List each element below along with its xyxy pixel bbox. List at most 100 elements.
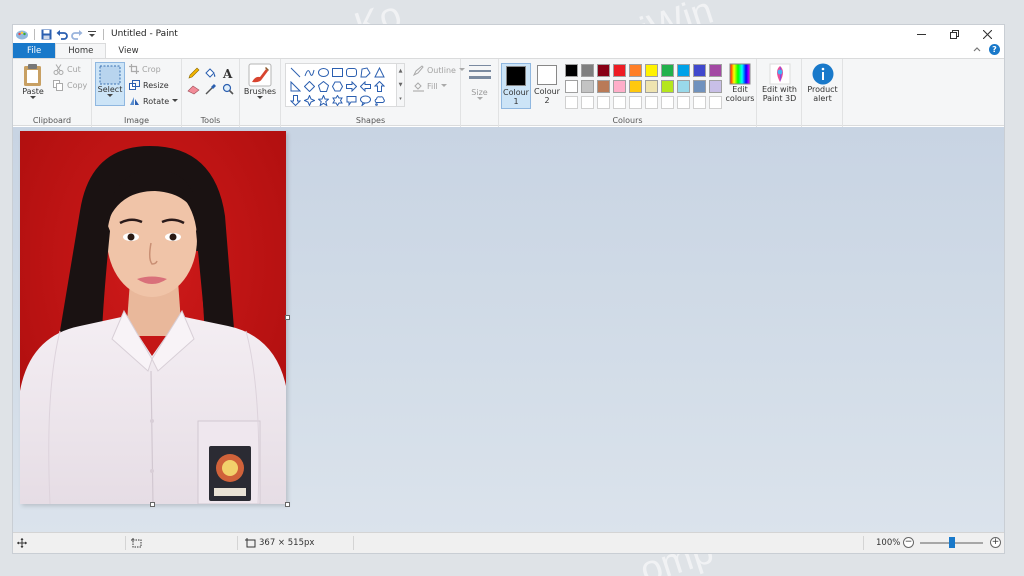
curve-shape-icon[interactable] [302,65,316,79]
eraser-icon[interactable] [185,81,202,97]
down-arrow-shape-icon[interactable] [288,93,302,107]
palette-colour-swatch[interactable] [643,62,659,78]
undo-icon[interactable] [54,27,69,41]
select-button[interactable]: Select [95,62,125,106]
zoom-slider-thumb[interactable] [949,537,955,548]
close-button[interactable] [971,25,1004,43]
palette-custom-swatch[interactable] [675,94,691,110]
palette-colour-swatch[interactable] [611,78,627,94]
palette-custom-swatch[interactable] [707,94,723,110]
palette-colour-swatch[interactable] [675,78,691,94]
size-button[interactable]: Size [464,63,495,101]
rounded-rectangle-shape-icon[interactable] [344,65,358,79]
tab-view[interactable]: View [106,43,150,58]
rectangle-shape-icon[interactable] [330,65,344,79]
palette-custom-swatch[interactable] [627,94,643,110]
palette-colour-swatch[interactable] [659,78,675,94]
palette-custom-swatch[interactable] [659,94,675,110]
resize-handle-right[interactable] [285,315,290,320]
palette-colour-swatch[interactable] [627,62,643,78]
palette-colour-swatch[interactable] [691,62,707,78]
tab-home[interactable]: Home [55,43,107,58]
colour-1-button[interactable]: Colour 1 [501,63,531,109]
help-icon[interactable]: ? [989,44,1000,55]
edit-with-paint3d-button[interactable]: Edit with Paint 3D [759,63,800,103]
palette-colour-swatch[interactable] [643,78,659,94]
minimize-ribbon-icon[interactable] [973,45,981,55]
palette-custom-swatch[interactable] [691,94,707,110]
quick-access-separator [103,28,104,40]
palette-swatch-fill [628,79,642,93]
palette-colour-swatch[interactable] [675,62,691,78]
palette-colour-swatch[interactable] [707,78,723,94]
image-canvas[interactable] [20,131,286,504]
five-point-star-shape-icon[interactable] [316,93,330,107]
oval-callout-shape-icon[interactable] [358,93,372,107]
palette-custom-swatch[interactable] [643,94,659,110]
palette-colour-swatch[interactable] [611,62,627,78]
paint-app-icon[interactable] [15,27,30,41]
save-icon[interactable] [39,27,54,41]
six-point-star-shape-icon[interactable] [330,93,344,107]
customize-quick-access-icon[interactable] [84,27,99,41]
rotate-button[interactable]: Rotate [129,94,179,108]
palette-custom-swatch[interactable] [579,94,595,110]
right-arrow-shape-icon[interactable] [344,79,358,93]
copy-button[interactable]: Copy [53,78,87,92]
shapes-gallery-scroll[interactable]: ▲ ▼ ▾ [397,63,405,107]
diamond-shape-icon[interactable] [302,79,316,93]
shapes-group-label: Shapes [355,116,386,125]
palette-swatch-fill [692,63,706,77]
four-point-star-shape-icon[interactable] [302,93,316,107]
magnifier-icon[interactable] [219,81,236,97]
hexagon-shape-icon[interactable] [330,79,344,93]
triangle-shape-icon[interactable] [372,65,386,79]
zoom-in-button[interactable]: + [990,537,1001,548]
right-triangle-shape-icon[interactable] [288,79,302,93]
palette-colour-swatch[interactable] [707,62,723,78]
brushes-button[interactable]: Brushes [243,63,277,100]
oval-shape-icon[interactable] [316,65,330,79]
palette-colour-swatch[interactable] [659,62,675,78]
palette-swatch-fill [564,79,578,93]
resize-button[interactable]: Resize [129,78,169,92]
palette-colour-swatch[interactable] [579,78,595,94]
colour-2-button[interactable]: Colour 2 [532,63,562,109]
polygon-shape-icon[interactable] [358,65,372,79]
rounded-callout-shape-icon[interactable] [344,93,358,107]
palette-colour-swatch[interactable] [579,62,595,78]
palette-colour-swatch[interactable] [595,78,611,94]
restore-button[interactable] [938,25,971,43]
canvas-area[interactable] [13,127,1004,534]
up-arrow-shape-icon[interactable] [372,79,386,93]
resize-handle-bottom[interactable] [150,502,155,507]
palette-colour-swatch[interactable] [595,62,611,78]
outline-button[interactable]: Outline [413,63,465,77]
fill-button[interactable]: Fill [413,79,447,93]
palette-colour-swatch[interactable] [563,62,579,78]
redo-icon[interactable] [69,27,84,41]
palette-colour-swatch[interactable] [627,78,643,94]
crop-button[interactable]: Crop [129,62,161,76]
colour-picker-icon[interactable] [202,81,219,97]
resize-handle-corner[interactable] [285,502,290,507]
palette-custom-swatch[interactable] [563,94,579,110]
fill-bucket-icon[interactable] [202,65,219,81]
text-icon[interactable]: A [219,65,236,81]
paste-button[interactable]: Paste [18,63,48,100]
zoom-out-button[interactable]: − [903,537,914,548]
minimize-button[interactable] [905,25,938,43]
cloud-callout-shape-icon[interactable] [372,93,386,107]
product-alert-button[interactable]: Product alert [804,63,841,103]
palette-colour-swatch[interactable] [563,78,579,94]
pencil-icon[interactable] [185,65,202,81]
pentagon-shape-icon[interactable] [316,79,330,93]
tab-file[interactable]: File [13,43,56,58]
palette-colour-swatch[interactable] [691,78,707,94]
line-shape-icon[interactable] [288,65,302,79]
palette-custom-swatch[interactable] [611,94,627,110]
cut-button[interactable]: Cut [53,62,81,76]
edit-colours-button[interactable]: Edit colours [725,63,755,103]
palette-custom-swatch[interactable] [595,94,611,110]
left-arrow-shape-icon[interactable] [358,79,372,93]
